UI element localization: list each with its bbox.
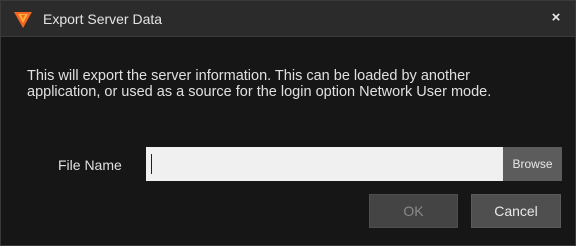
ok-button[interactable]: OK [369,194,458,228]
cancel-button[interactable]: Cancel [471,194,561,228]
file-name-input[interactable] [146,147,503,181]
text-cursor [151,154,152,174]
file-name-label: File Name [58,157,122,173]
app-logo-icon [14,12,32,28]
export-description: This will export the server information.… [27,68,492,100]
title-bar[interactable]: Export Server Data × [1,1,575,37]
dialog-title: Export Server Data [43,11,163,27]
browse-button[interactable]: Browse [503,147,562,181]
export-server-data-dialog: Export Server Data × This will export th… [0,0,576,246]
close-icon[interactable]: × [547,8,565,28]
